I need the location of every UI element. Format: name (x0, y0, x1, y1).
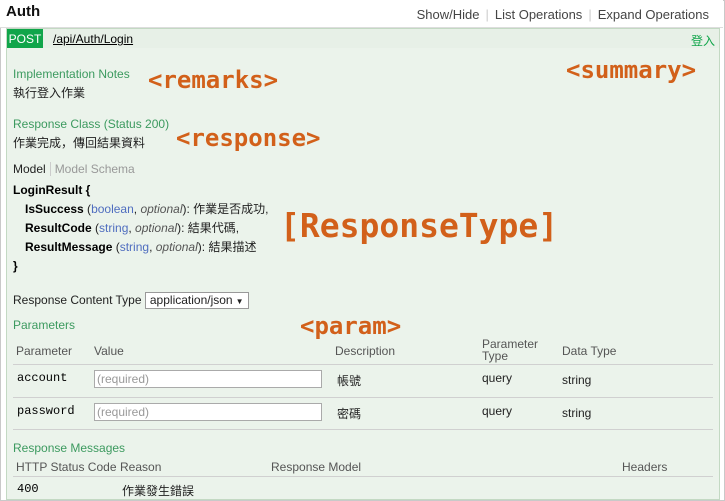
divider (13, 476, 713, 477)
divider (13, 397, 713, 398)
field-desc: 結果代碼, (187, 221, 240, 235)
field-type: string (119, 240, 150, 254)
model-name: LoginResult { (13, 183, 91, 197)
field-name: ResultMessage (25, 240, 113, 254)
param-col-description: Description (335, 344, 396, 358)
operation-path-link[interactable]: /api/Auth/Login (53, 32, 133, 46)
field-name: IsSuccess (25, 202, 84, 216)
implementation-notes-heading: Implementation Notes (13, 67, 130, 81)
account-input[interactable]: (required) (94, 370, 322, 388)
resp-col-model: Response Model (271, 460, 362, 474)
resp-code: 400 (17, 482, 39, 496)
password-input[interactable]: (required) (94, 403, 322, 421)
response-class-heading: Response Class (Status 200) (13, 117, 170, 131)
resp-col-reason: Reason (120, 460, 162, 474)
model-schema-tab[interactable]: Model Schema (49, 162, 135, 176)
http-method-badge[interactable]: POST (7, 29, 43, 49)
model-field: ResultCode (string, optional): 結果代碼, (25, 221, 240, 235)
resp-reason: 作業發生錯誤 (122, 484, 195, 498)
annotation-response: <response> (176, 124, 321, 152)
model-close-brace: } (13, 259, 18, 273)
divider (13, 429, 713, 430)
annotation-remarks: <remarks> (148, 66, 279, 94)
param-datatype-password: string (562, 406, 592, 420)
field-optional: optional (140, 202, 183, 216)
resource-operations: Show/Hide | List Operations | Expand Operati… (411, 7, 715, 22)
param-type-account: query (482, 371, 513, 385)
resource-header: Auth Show/Hide | List Operations | Expand Op… (0, 0, 723, 28)
field-desc: 作業是否成功, (193, 202, 269, 216)
field-type: string (99, 221, 129, 235)
response-content-type: Response Content Type application/json ▼ (13, 292, 249, 309)
model-tab[interactable]: Model (13, 162, 46, 176)
annotation-param: <param> (300, 312, 402, 340)
operation-bar[interactable]: POST /api/Auth/Login 登入 (6, 28, 720, 49)
param-type-password: query (482, 404, 513, 418)
operation-summary-link[interactable]: 登入 (691, 32, 715, 49)
param-col-parameter: Parameter (16, 344, 73, 358)
list-operations-link[interactable]: List Operations (489, 7, 588, 22)
field-optional: optional (155, 240, 198, 254)
expand-operations-link[interactable]: Expand Operations (592, 7, 715, 22)
annotation-response-type: [ResponseType] (280, 206, 559, 245)
field-name: ResultCode (25, 221, 92, 235)
parameters-heading: Parameters (13, 318, 76, 332)
resp-col-status: HTTP Status Code (16, 460, 117, 474)
operation-content: Implementation Notes 執行登入作業 Response Cla… (6, 48, 720, 500)
model-signature: LoginResult { IsSuccess (boolean, option… (13, 181, 269, 276)
divider (13, 364, 713, 365)
param-desc-account: 帳號 (337, 374, 362, 388)
caret-down-icon: ▼ (235, 297, 244, 306)
implementation-notes-text: 執行登入作業 (13, 86, 86, 100)
content-type-select[interactable]: application/json ▼ (144, 292, 249, 309)
response-class-text: 作業完成，傳回結果資料 (13, 136, 146, 150)
resp-col-headers: Headers (622, 460, 668, 474)
param-col-parameter-type: Parameter Type (482, 337, 539, 363)
field-type: boolean (91, 202, 134, 216)
param-col-value: Value (94, 344, 124, 358)
model-tabs: Model Model Schema (13, 162, 135, 176)
param-col-data-type: Data Type (562, 344, 617, 358)
param-datatype-account: string (562, 373, 592, 387)
field-optional: optional (135, 221, 178, 235)
show-hide-link[interactable]: Show/Hide (411, 7, 486, 22)
resource-title[interactable]: Auth (6, 3, 40, 20)
response-messages-heading: Response Messages (13, 441, 126, 455)
model-field: ResultMessage (string, optional): 結果描述 (25, 240, 257, 254)
field-desc: 結果描述 (208, 240, 257, 254)
model-field: IsSuccess (boolean, optional): 作業是否成功, (25, 202, 269, 216)
param-name-account: account (17, 371, 68, 385)
content-type-label: Response Content Type (13, 293, 142, 307)
content-type-value: application/json (149, 293, 233, 307)
annotation-summary: <summary> (566, 56, 697, 84)
param-name-password: password (17, 404, 75, 418)
param-desc-password: 密碼 (337, 407, 362, 421)
